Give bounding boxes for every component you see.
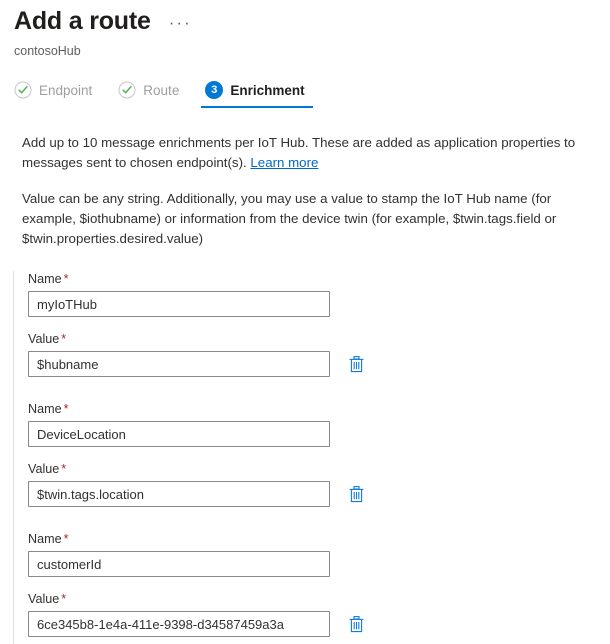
description-section: Add up to 10 message enrichments per IoT… [0,133,610,249]
learn-more-link[interactable]: Learn more [250,155,318,170]
form-indent-rail [13,271,14,644]
enrichment-row: Name* Value* [28,531,610,644]
required-asterisk: * [63,402,69,416]
wizard-steps: Endpoint Route 3 Enrichment [0,73,610,108]
enrichment-row: Name* Value* [28,401,610,514]
step-endpoint[interactable]: Endpoint [8,73,102,103]
check-circle-icon [118,81,136,99]
name-label-text: Name [28,402,62,416]
description-paragraph-1: Add up to 10 message enrichments per IoT… [22,133,582,173]
name-input-row [28,551,610,577]
value-input-row [28,351,610,377]
enrichment-row: Name* Value* [28,271,610,384]
step-route-label: Route [143,82,180,98]
enrichment-name-input[interactable] [28,551,330,577]
enrichment-name-input[interactable] [28,291,330,317]
enrichments-form: Name* Value* [0,271,610,644]
name-label: Name * [28,271,610,287]
name-input-row [28,291,610,317]
required-asterisk: * [61,332,67,346]
name-input-row [28,421,610,447]
step-endpoint-label: Endpoint [39,82,93,98]
name-label-text: Name [28,532,62,546]
required-asterisk: * [61,462,67,476]
active-step-underline [201,106,313,108]
required-asterisk: * [63,532,69,546]
delete-enrichment-button[interactable] [347,484,365,504]
title-row: Add a route ··· [14,6,610,36]
delete-enrichment-button[interactable] [347,354,365,374]
value-label-text: Value [28,462,60,476]
value-label-text: Value [28,332,60,346]
name-label: Name * [28,401,610,417]
value-field-group: Value * [28,591,610,637]
description-paragraph-2: Value can be any string. Additionally, y… [22,191,557,246]
value-label: Value * [28,591,610,607]
page-header: Add a route ··· contosoHub [0,0,610,59]
page-title: Add a route [14,7,151,35]
delete-enrichment-button[interactable] [347,614,365,634]
value-label: Value * [28,461,610,477]
name-label-text: Name [28,272,62,286]
trash-icon [349,615,363,632]
required-asterisk: * [63,272,69,286]
value-input-row [28,481,610,507]
enrichment-value-input[interactable] [28,481,330,507]
enrichment-value-input[interactable] [28,351,330,377]
value-field-group: Value * [28,331,610,377]
enrichment-value-input[interactable] [28,611,330,637]
value-label: Value * [28,331,610,347]
trash-icon [349,355,363,372]
name-label: Name * [28,531,610,547]
enrichment-name-input[interactable] [28,421,330,447]
required-asterisk: * [61,592,67,606]
page-subtitle: contosoHub [14,44,81,58]
name-field-group: Name * [28,401,610,447]
check-circle-icon [14,81,32,99]
name-field-group: Name * [28,531,610,577]
step-number-badge: 3 [205,81,224,99]
value-label-text: Value [28,592,60,606]
value-input-row [28,611,610,637]
step-enrichment-label: Enrichment [230,82,305,98]
step-enrichment[interactable]: 3 Enrichment [199,73,314,108]
value-field-group: Value * [28,461,610,507]
trash-icon [349,485,363,502]
more-options-icon[interactable]: ··· [169,14,192,31]
step-route[interactable]: Route [112,73,189,103]
name-field-group: Name * [28,271,610,317]
